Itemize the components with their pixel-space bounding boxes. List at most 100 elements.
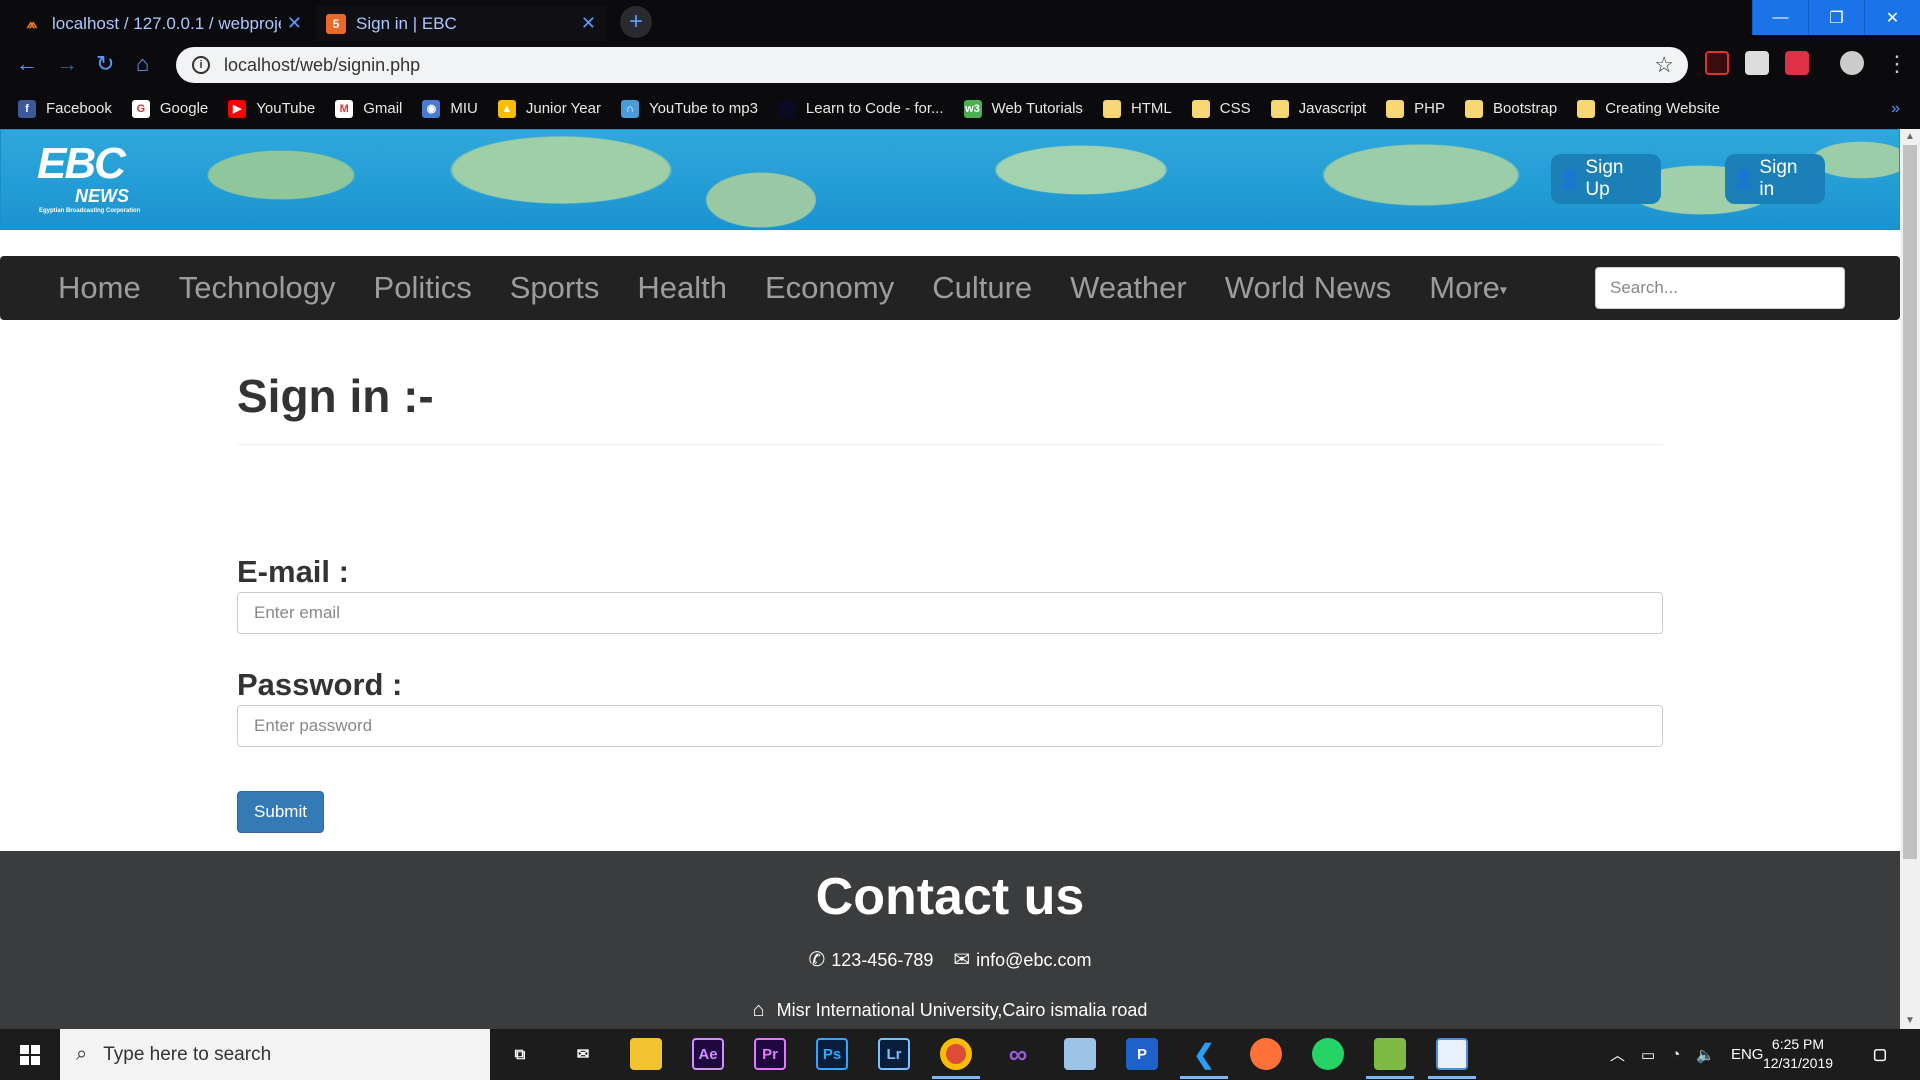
taskbar-search[interactable]: ⌕ Type here to search bbox=[60, 1029, 490, 1080]
bookmark-label: Learn to Code - for... bbox=[805, 100, 944, 117]
bookmark-google[interactable]: G Google bbox=[131, 99, 208, 118]
task-view-icon[interactable]: ⧉ bbox=[504, 1038, 536, 1070]
nav-economy[interactable]: Economy bbox=[746, 270, 913, 306]
file-explorer-icon[interactable] bbox=[630, 1038, 662, 1070]
sign-up-button[interactable]: 👤 Sign Up bbox=[1551, 154, 1661, 204]
battery-icon[interactable]: ▭ bbox=[1641, 1046, 1655, 1064]
sign-in-button[interactable]: 👤 Sign in bbox=[1725, 154, 1825, 204]
bookmark-star-icon[interactable]: ☆ bbox=[1654, 52, 1674, 78]
premiere-icon[interactable]: Pr bbox=[754, 1038, 786, 1070]
home-icon[interactable]: ⌂ bbox=[136, 51, 149, 77]
site-header-banner: EBC NEWS Egyptian Broadcasting Corporati… bbox=[0, 129, 1900, 230]
chrome-icon[interactable] bbox=[940, 1038, 972, 1070]
bookmark-youtube[interactable]: ▶ YouTube bbox=[228, 99, 315, 118]
nav-home[interactable]: Home bbox=[39, 270, 160, 306]
mail-icon[interactable]: ✉ bbox=[567, 1038, 599, 1070]
profile-avatar[interactable] bbox=[1840, 51, 1864, 75]
bookmark-gmail[interactable]: M Gmail bbox=[335, 99, 403, 118]
scroll-up-icon[interactable]: ▲ bbox=[1905, 131, 1915, 142]
close-tab-icon[interactable]: ✕ bbox=[287, 13, 302, 34]
start-button[interactable] bbox=[0, 1029, 60, 1080]
search-input[interactable] bbox=[1595, 267, 1845, 309]
back-arrow-icon[interactable]: ← bbox=[16, 51, 38, 77]
scroll-down-icon[interactable]: ▼ bbox=[1905, 1015, 1915, 1026]
volume-icon[interactable]: 🔈 bbox=[1696, 1046, 1715, 1064]
bookmark-web-tutorials[interactable]: w3 Web Tutorials bbox=[963, 99, 1083, 118]
reload-icon[interactable]: ↻ bbox=[96, 51, 114, 77]
tab-signin[interactable]: 5 Sign in | EBC ✕ bbox=[316, 6, 606, 41]
bookmark-javascript[interactable]: Javascript bbox=[1270, 99, 1367, 118]
vscode-icon[interactable]: ❮ bbox=[1188, 1038, 1220, 1070]
chevron-up-icon[interactable]: ︿ bbox=[1610, 1044, 1625, 1065]
bookmark-miu[interactable]: ◉ MIU bbox=[422, 99, 478, 118]
tab-phpmyadmin[interactable]: ⩕ localhost / 127.0.0.1 / webproject ✕ bbox=[12, 6, 312, 41]
bookmark-junior-year[interactable]: ▲ Junior Year bbox=[497, 99, 601, 118]
email-field[interactable] bbox=[237, 592, 1663, 634]
ebc-news-logo[interactable]: EBC NEWS Egyptian Broadcasting Corporati… bbox=[37, 142, 140, 215]
bookmarks-bar: f Facebook G Google ▶ YouTube M Gmail ◉ MIU ▲ Junio… bbox=[0, 88, 1920, 129]
extension-icon[interactable] bbox=[1745, 51, 1769, 75]
nav-weather[interactable]: Weather bbox=[1051, 270, 1206, 306]
taskbar-clock[interactable]: 6:25 PM 12/31/2019 bbox=[1758, 1035, 1838, 1073]
lightroom-icon[interactable]: Lr bbox=[878, 1038, 910, 1070]
email-contact[interactable]: ✉ info@ebc.com bbox=[953, 947, 1091, 972]
footer-contacts: ✆ 123-456-789 ✉ info@ebc.com bbox=[0, 947, 1900, 972]
bookmark-label: Web Tutorials bbox=[991, 100, 1083, 117]
folder-icon bbox=[1465, 99, 1483, 118]
publisher-icon[interactable]: P bbox=[1126, 1038, 1158, 1070]
restore-button[interactable]: ❐ bbox=[1808, 0, 1864, 35]
app-icon[interactable] bbox=[1374, 1038, 1406, 1070]
bookmark-label: Javascript bbox=[1298, 100, 1367, 117]
bookmark-bootstrap[interactable]: Bootstrap bbox=[1465, 99, 1557, 118]
pocket-extension-icon[interactable] bbox=[1785, 51, 1809, 75]
close-window-button[interactable]: ✕ bbox=[1864, 0, 1920, 35]
address-bar[interactable]: i localhost/web/signin.php ☆ bbox=[176, 47, 1688, 83]
scrollbar-thumb[interactable] bbox=[1903, 145, 1917, 859]
minimize-button[interactable]: — bbox=[1752, 0, 1808, 35]
password-field[interactable] bbox=[237, 705, 1663, 747]
nav-sports[interactable]: Sports bbox=[491, 270, 619, 306]
bookmark-facebook[interactable]: f Facebook bbox=[18, 99, 112, 118]
folder-icon bbox=[1577, 99, 1596, 118]
sign-up-label: Sign Up bbox=[1585, 157, 1624, 200]
nav-world-news[interactable]: World News bbox=[1206, 270, 1411, 306]
bookmark-label: Gmail bbox=[363, 100, 403, 117]
3d-viewer-icon[interactable] bbox=[1064, 1038, 1096, 1070]
pdf-extension-icon[interactable] bbox=[1705, 51, 1729, 75]
bookmark-html[interactable]: HTML bbox=[1102, 99, 1172, 118]
info-icon[interactable]: i bbox=[192, 56, 210, 74]
firefox-icon[interactable] bbox=[1250, 1038, 1282, 1070]
photos-icon[interactable] bbox=[1436, 1038, 1468, 1070]
close-tab-icon[interactable]: ✕ bbox=[581, 13, 596, 34]
bookmarks-overflow-icon[interactable]: » bbox=[1891, 100, 1900, 118]
new-tab-button[interactable]: + bbox=[620, 6, 652, 38]
notifications-icon[interactable]: ▢ bbox=[1864, 1038, 1896, 1070]
sign-in-label: Sign in bbox=[1759, 157, 1798, 200]
logo-news: NEWS bbox=[75, 186, 129, 206]
menu-kebab-icon[interactable]: ⋮ bbox=[1886, 51, 1908, 77]
bookmark-css[interactable]: CSS bbox=[1191, 99, 1251, 118]
nav-more-dropdown[interactable]: More▾ bbox=[1410, 270, 1526, 306]
window-controls: — ❐ ✕ bbox=[1752, 0, 1920, 35]
forward-arrow-icon[interactable]: → bbox=[56, 51, 78, 77]
whatsapp-icon[interactable] bbox=[1312, 1038, 1344, 1070]
bookmark-youtube-to-mp3[interactable]: ∩ YouTube to mp3 bbox=[620, 99, 758, 118]
page-scrollbar[interactable]: ▲ ▼ bbox=[1900, 129, 1920, 1029]
submit-button[interactable]: Submit bbox=[237, 791, 324, 833]
visual-studio-icon[interactable]: ∞ bbox=[1002, 1038, 1034, 1070]
wifi-icon[interactable]: ◔ bbox=[1671, 1046, 1680, 1063]
photoshop-icon[interactable]: Ps bbox=[816, 1038, 848, 1070]
nav-politics[interactable]: Politics bbox=[355, 270, 491, 306]
bookmark-label: HTML bbox=[1130, 100, 1172, 117]
email-address: info@ebc.com bbox=[976, 950, 1092, 970]
search-icon: ⌕ bbox=[76, 1043, 88, 1065]
nav-technology[interactable]: Technology bbox=[160, 270, 355, 306]
bookmark-label: Junior Year bbox=[525, 100, 601, 117]
bookmark-learn-to-code-for[interactable]: Learn to Code - for... bbox=[777, 99, 944, 118]
bookmark-creating-website[interactable]: Creating Website bbox=[1577, 99, 1720, 118]
nav-culture[interactable]: Culture bbox=[913, 270, 1051, 306]
nav-health[interactable]: Health bbox=[618, 270, 746, 306]
after-effects-icon[interactable]: Ae bbox=[692, 1038, 724, 1070]
bookmark-php[interactable]: PHP bbox=[1386, 99, 1445, 118]
clock-date: 12/31/2019 bbox=[1762, 1055, 1834, 1071]
